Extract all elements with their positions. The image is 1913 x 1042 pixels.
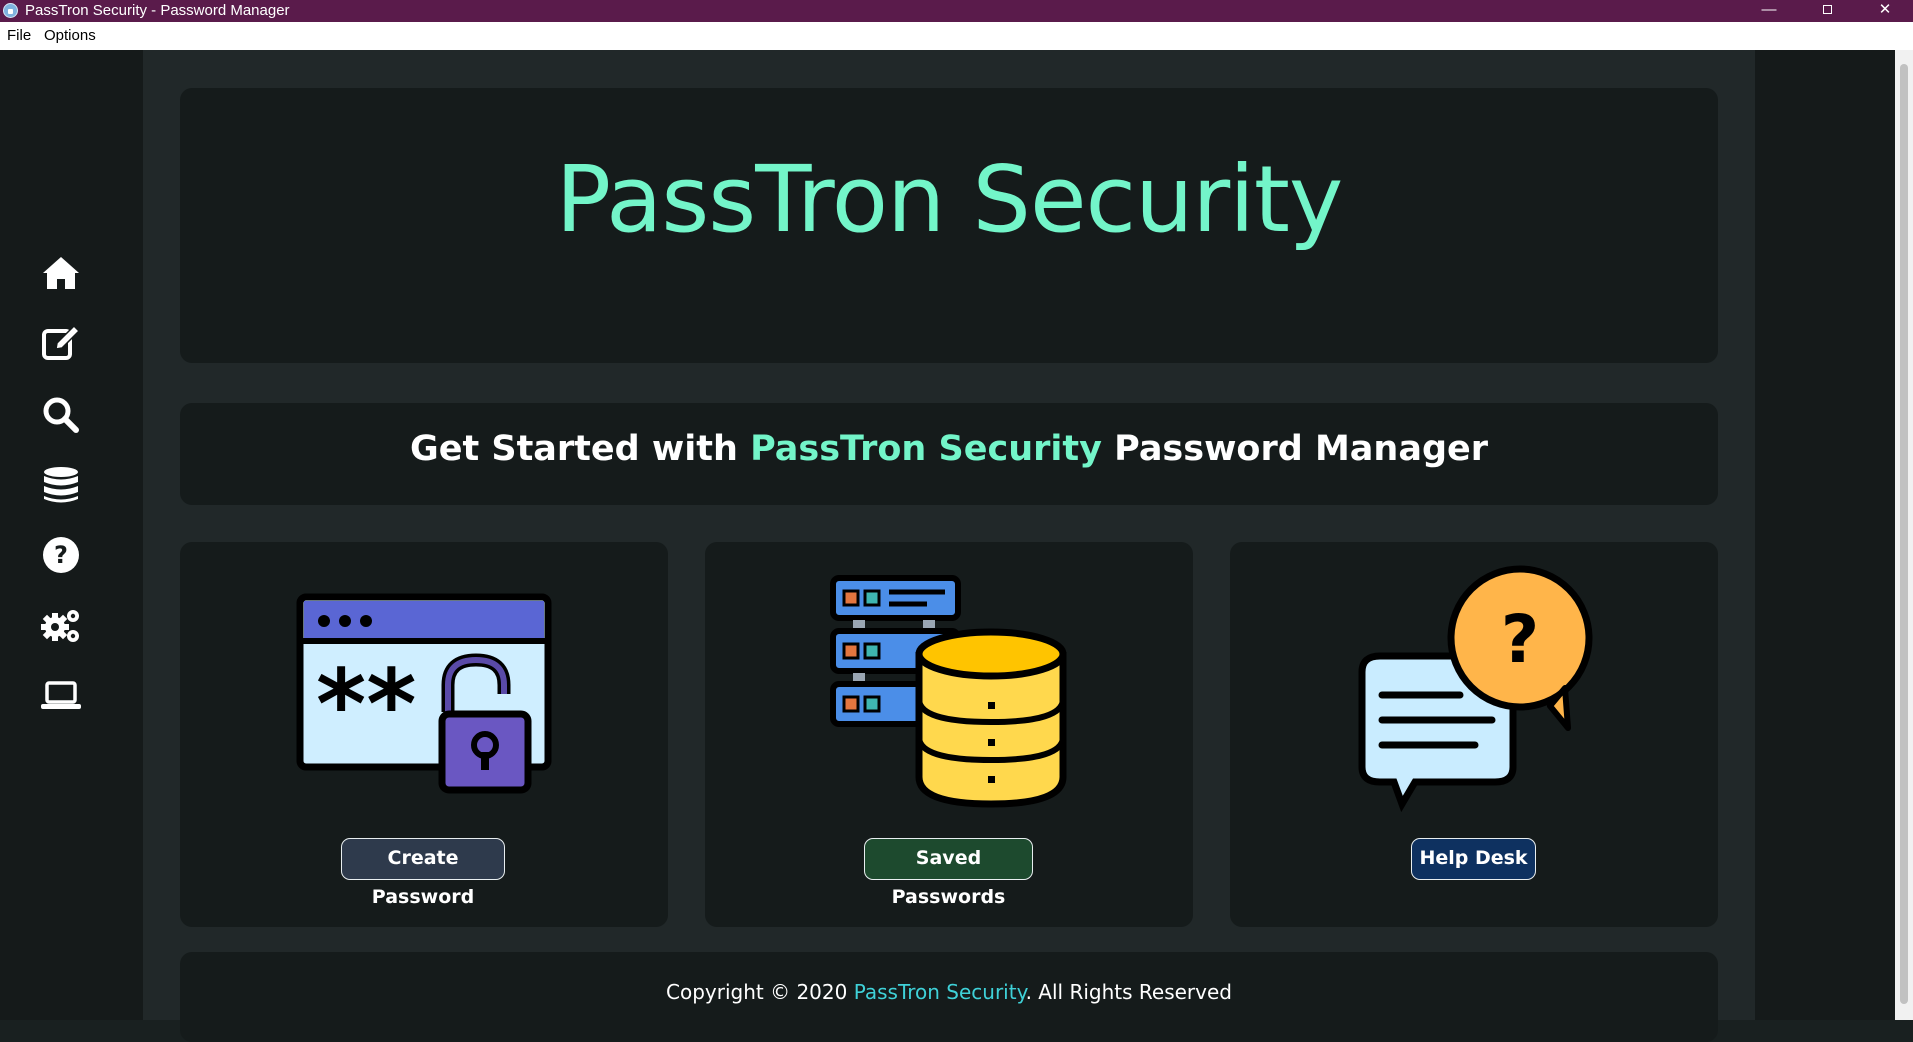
right-gutter — [1755, 50, 1895, 1020]
app-lock-icon — [3, 3, 18, 18]
get-started-suffix: Password Manager — [1101, 429, 1489, 469]
scrollbar-thumb[interactable] — [1900, 64, 1908, 1004]
menu-bar: File Options — [0, 22, 1913, 50]
copyright-text: Copyright © 2020 PassTron Security. All … — [180, 980, 1718, 1004]
laptop-icon — [41, 681, 81, 709]
search-icon — [43, 397, 79, 433]
minimize-button[interactable]: — — [1740, 0, 1798, 22]
card-create-password: ** Create Password — [180, 542, 668, 927]
create-password-button[interactable]: Create Password — [341, 838, 505, 908]
close-button[interactable]: ✕ — [1856, 0, 1913, 22]
home-icon — [43, 257, 79, 289]
title-bar: PassTron Security - Password Manager — ✕ — [0, 0, 1913, 22]
svg-text:?: ? — [1501, 601, 1539, 678]
vertical-scrollbar[interactable] — [1895, 50, 1913, 1020]
sidebar-item-help[interactable]: ? — [40, 535, 82, 575]
password-lock-icon: ** — [296, 593, 552, 794]
sidebar-item-home[interactable] — [40, 253, 82, 293]
get-started-panel: Get Started with PassTron Security Passw… — [180, 403, 1718, 505]
menu-options[interactable]: Options — [44, 27, 96, 44]
sidebar-item-create[interactable] — [40, 323, 82, 363]
get-started-prefix: Get Started with — [409, 429, 751, 469]
help-desk-button[interactable]: Help Desk — [1411, 838, 1536, 880]
server-database-icon — [830, 575, 1067, 808]
sidebar-item-device[interactable] — [40, 675, 82, 715]
copyright-suffix: . All Rights Reserved — [1025, 980, 1232, 1004]
card-help-desk: ? Help Desk — [1230, 542, 1718, 927]
window-title: PassTron Security - Password Manager — [25, 2, 290, 19]
restore-icon — [1822, 5, 1832, 14]
hero-panel: PassTron Security — [180, 88, 1718, 363]
chat-help-icon: ? — [1358, 565, 1593, 813]
sidebar-item-search[interactable] — [40, 394, 82, 434]
database-icon — [44, 467, 78, 503]
svg-text:?: ? — [54, 541, 68, 569]
edit-icon — [42, 324, 81, 360]
get-started-heading: Get Started with PassTron Security Passw… — [180, 429, 1718, 469]
get-started-brand: PassTron Security — [750, 429, 1102, 469]
footer-panel: Copyright © 2020 PassTron Security. All … — [180, 952, 1718, 1042]
saved-passwords-button[interactable]: Saved Passwords — [864, 838, 1033, 908]
sidebar-item-settings[interactable] — [40, 605, 82, 645]
copyright-prefix: Copyright © 2020 — [666, 980, 854, 1004]
sidebar-item-database[interactable] — [40, 465, 82, 505]
sidebar: ? — [0, 50, 143, 1020]
svg-text:**: ** — [316, 649, 416, 761]
copyright-brand[interactable]: PassTron Security — [854, 980, 1026, 1004]
help-icon: ? — [43, 537, 79, 573]
menu-file[interactable]: File — [7, 27, 31, 44]
gears-icon — [41, 610, 79, 642]
card-saved-passwords: Saved Passwords — [705, 542, 1193, 927]
hero-title: PassTron Security — [555, 146, 1344, 253]
restore-button[interactable] — [1798, 0, 1856, 22]
